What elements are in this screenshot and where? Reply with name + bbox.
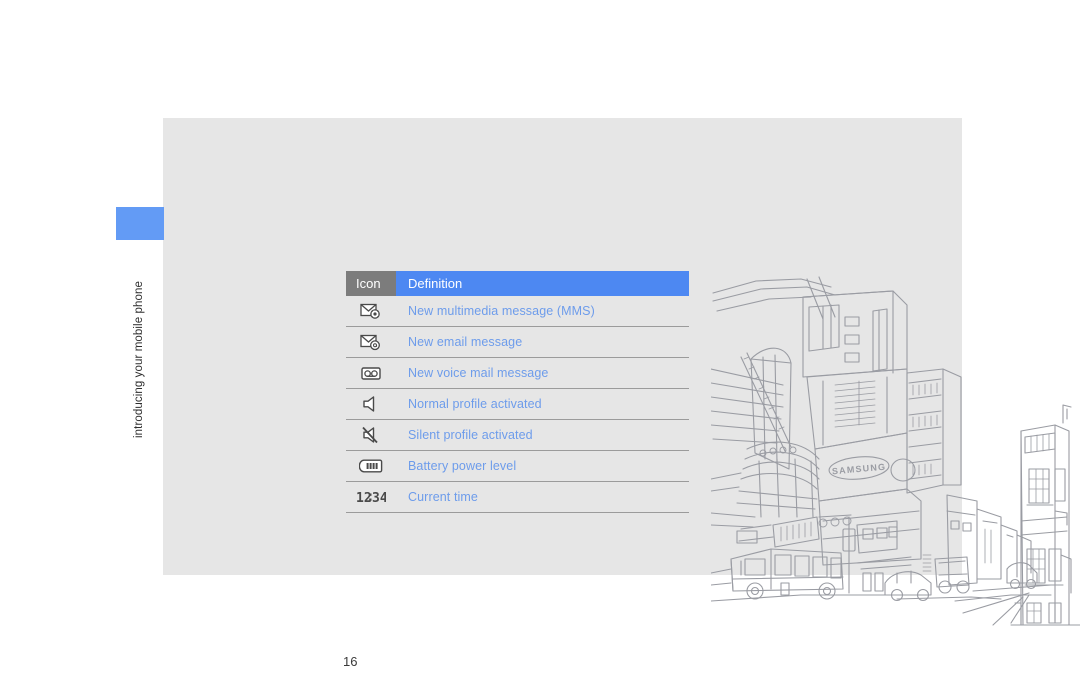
svg-text:12: 12 — [356, 491, 372, 505]
speaker-muted-silent-profile-icon — [346, 426, 396, 444]
table-row: Normal profile activated — [346, 389, 689, 420]
column-header-icon: Icon — [346, 271, 396, 296]
email-message-icon — [346, 333, 396, 351]
table-row: 12 34 Current time — [346, 482, 689, 513]
city-street-line-art-illustration: SAMSUNG — [711, 273, 1080, 633]
chapter-tab-marker — [116, 207, 164, 240]
row-definition-label: New voice mail message — [408, 366, 549, 380]
speaker-normal-profile-icon — [346, 395, 396, 413]
svg-text:34: 34 — [372, 491, 386, 505]
table-row: New multimedia message (MMS) — [346, 296, 689, 327]
row-definition-label: New multimedia message (MMS) — [408, 304, 595, 318]
voice-mail-icon — [346, 366, 396, 381]
column-header-definition: Definition — [396, 271, 689, 296]
table-row: New email message — [346, 327, 689, 358]
icon-definition-table: Icon Definition New multimedia message (… — [346, 271, 689, 513]
row-definition-label: Silent profile activated — [408, 428, 533, 442]
page-number: 16 — [343, 654, 358, 669]
row-definition-label: Current time — [408, 490, 478, 504]
table-row: Battery power level — [346, 451, 689, 482]
svg-text:SAMSUNG: SAMSUNG — [832, 462, 887, 477]
mms-message-icon — [346, 302, 396, 320]
row-definition-label: Normal profile activated — [408, 397, 542, 411]
table-header-row: Icon Definition — [346, 271, 689, 296]
row-definition-label: Battery power level — [408, 459, 517, 473]
chapter-title-vertical: introducing your mobile phone — [133, 281, 145, 438]
screenshot-root: Icon Definition New multimedia message (… — [0, 0, 1080, 696]
row-definition-label: New email message — [408, 335, 523, 349]
clock-time-icon: 12 34 — [346, 490, 396, 505]
manual-page-panel: Icon Definition New multimedia message (… — [163, 118, 1080, 669]
battery-level-icon — [346, 459, 396, 473]
table-row: Silent profile activated — [346, 420, 689, 451]
table-row: New voice mail message — [346, 358, 689, 389]
